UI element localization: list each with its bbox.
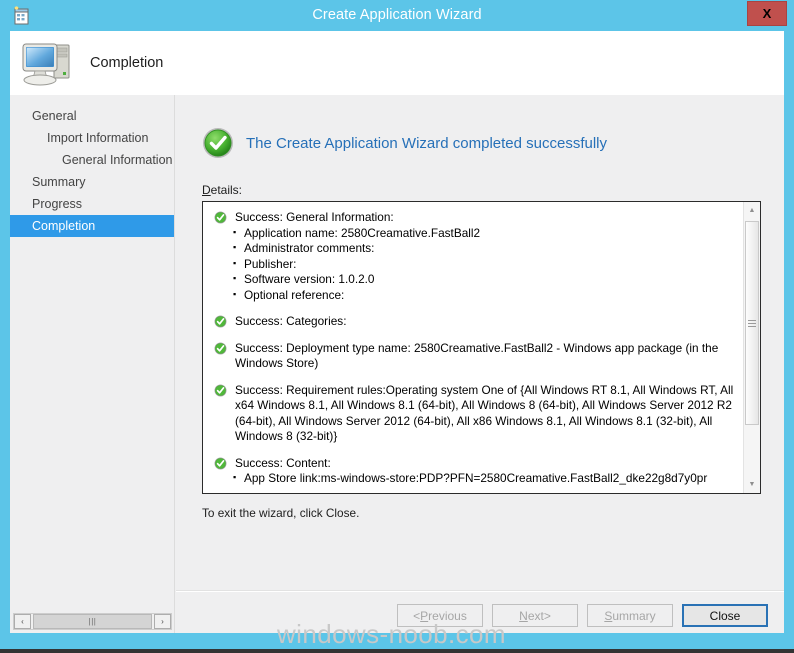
sidebar-horizontal-scrollbar[interactable]: ‹ ||| › — [13, 613, 172, 630]
sidebar-item-completion[interactable]: Completion — [10, 215, 174, 237]
detail-heading-text: Success: Categories: — [235, 314, 347, 328]
detail-group: Success: Content:App Store link:ms-windo… — [213, 456, 736, 487]
details-label-accel: D — [202, 183, 211, 197]
page-title: Completion — [90, 55, 164, 71]
sidebar-scroll-track[interactable]: ||| — [31, 614, 154, 629]
button-label-rest: ext — [527, 608, 544, 623]
computer-icon — [18, 35, 76, 91]
sidebar-scroll-thumb[interactable]: ||| — [33, 614, 152, 629]
completion-message: The Create Application Wizard completed … — [246, 134, 607, 152]
detail-heading-text: Success: Deployment type name: 2580Cream… — [235, 340, 719, 371]
sidebar-item-summary[interactable]: Summary — [10, 171, 174, 193]
summary-button: Summary — [587, 604, 673, 627]
detail-sub-item: Administrator comments: — [233, 240, 736, 257]
detail-heading: Success: Deployment type name: 2580Cream… — [213, 341, 736, 372]
detail-sub-item: App Store link:ms-windows-store:PDP?PFN=… — [233, 470, 736, 487]
window-bottom-edge — [0, 649, 794, 653]
wizard-body: General Import Information General Informa… — [10, 95, 784, 633]
green-check-circle-icon — [202, 127, 234, 159]
scroll-right-arrow-icon[interactable]: › — [154, 614, 171, 629]
details-content: Success: General Information:Application… — [203, 202, 744, 493]
detail-heading: Success: Requirement rules:Operating sys… — [213, 383, 736, 445]
footer-separator — [176, 590, 784, 592]
green-check-icon — [214, 315, 227, 328]
wizard-button-row: < Previous Next > Summary Close — [397, 604, 768, 627]
button-label-suffix: > — [543, 608, 551, 623]
button-label-prefix: < — [413, 608, 421, 623]
detail-sub-item: Application name: 2580Creamative.FastBal… — [233, 225, 736, 242]
next-button: Next > — [492, 604, 578, 627]
window-close-button[interactable]: X — [747, 1, 787, 26]
wizard-header: Completion — [10, 31, 784, 95]
wizard-step-sidebar: General Import Information General Informa… — [10, 95, 175, 633]
detail-heading-text: Success: Requirement rules:Operating sys… — [235, 382, 734, 444]
completion-banner: The Create Application Wizard completed … — [202, 127, 607, 159]
detail-sub-item: Publisher: — [233, 256, 736, 273]
sidebar-item-general[interactable]: General — [10, 105, 174, 127]
button-label-accel: S — [604, 608, 613, 623]
previous-button: < Previous — [397, 604, 483, 627]
scroll-down-arrow-icon[interactable]: ▼ — [744, 476, 760, 493]
detail-heading: Success: Categories: — [213, 314, 736, 330]
button-label-accel: N — [519, 608, 528, 623]
wizard-main-panel: The Create Application Wizard completed … — [176, 95, 784, 633]
detail-heading-text: Success: Content: — [235, 455, 331, 470]
scroll-up-arrow-icon[interactable]: ▲ — [744, 202, 760, 219]
create-application-wizard-window: Create Application Wizard X Completion G… — [0, 0, 794, 653]
details-vertical-scrollbar[interactable]: ▲ ▼ — [743, 202, 760, 493]
title-bar: Create Application Wizard X — [0, 0, 794, 31]
wizard-step-list: General Import Information General Informa… — [10, 95, 174, 237]
detail-group: Success: Deployment type name: 2580Cream… — [213, 341, 736, 372]
detail-sub-item: Software version: 1.0.2.0 — [233, 271, 736, 288]
details-label-rest: etails: — [210, 183, 243, 197]
detail-group: Success: Requirement rules:Operating sys… — [213, 383, 736, 445]
details-scroll-thumb[interactable] — [745, 221, 759, 425]
sidebar-item-import-information[interactable]: Import Information — [10, 127, 174, 149]
window-title: Create Application Wizard — [312, 7, 482, 23]
close-wizard-button[interactable]: Close — [682, 604, 768, 627]
detail-heading: Success: General Information: — [213, 210, 736, 226]
green-check-icon — [214, 211, 227, 224]
detail-group: Success: Categories: — [213, 314, 736, 330]
sidebar-item-general-information[interactable]: General Information — [10, 149, 174, 171]
green-check-icon — [214, 384, 227, 397]
button-label-rest: Close — [709, 608, 741, 623]
sidebar-item-progress[interactable]: Progress — [10, 193, 174, 215]
detail-sub-list: App Store link:ms-windows-store:PDP?PFN=… — [213, 470, 736, 487]
details-label: Details: — [202, 183, 242, 197]
button-label-rest: ummary — [612, 608, 656, 623]
scroll-left-arrow-icon[interactable]: ‹ — [14, 614, 31, 629]
exit-instruction: To exit the wizard, click Close. — [202, 506, 360, 520]
button-label-rest: revious — [428, 608, 467, 623]
detail-heading: Success: Content: — [213, 456, 736, 472]
green-check-icon — [214, 457, 227, 470]
details-listbox[interactable]: Success: General Information:Application… — [202, 201, 761, 494]
green-check-icon — [214, 342, 227, 355]
detail-heading-text: Success: General Information: — [235, 210, 394, 224]
detail-group: Success: General Information:Application… — [213, 210, 736, 303]
button-label-accel: P — [420, 608, 429, 623]
detail-sub-list: Application name: 2580Creamative.FastBal… — [213, 225, 736, 304]
detail-sub-item: Optional reference: — [233, 287, 736, 304]
scroll-thumb-grip-icon — [748, 319, 756, 327]
